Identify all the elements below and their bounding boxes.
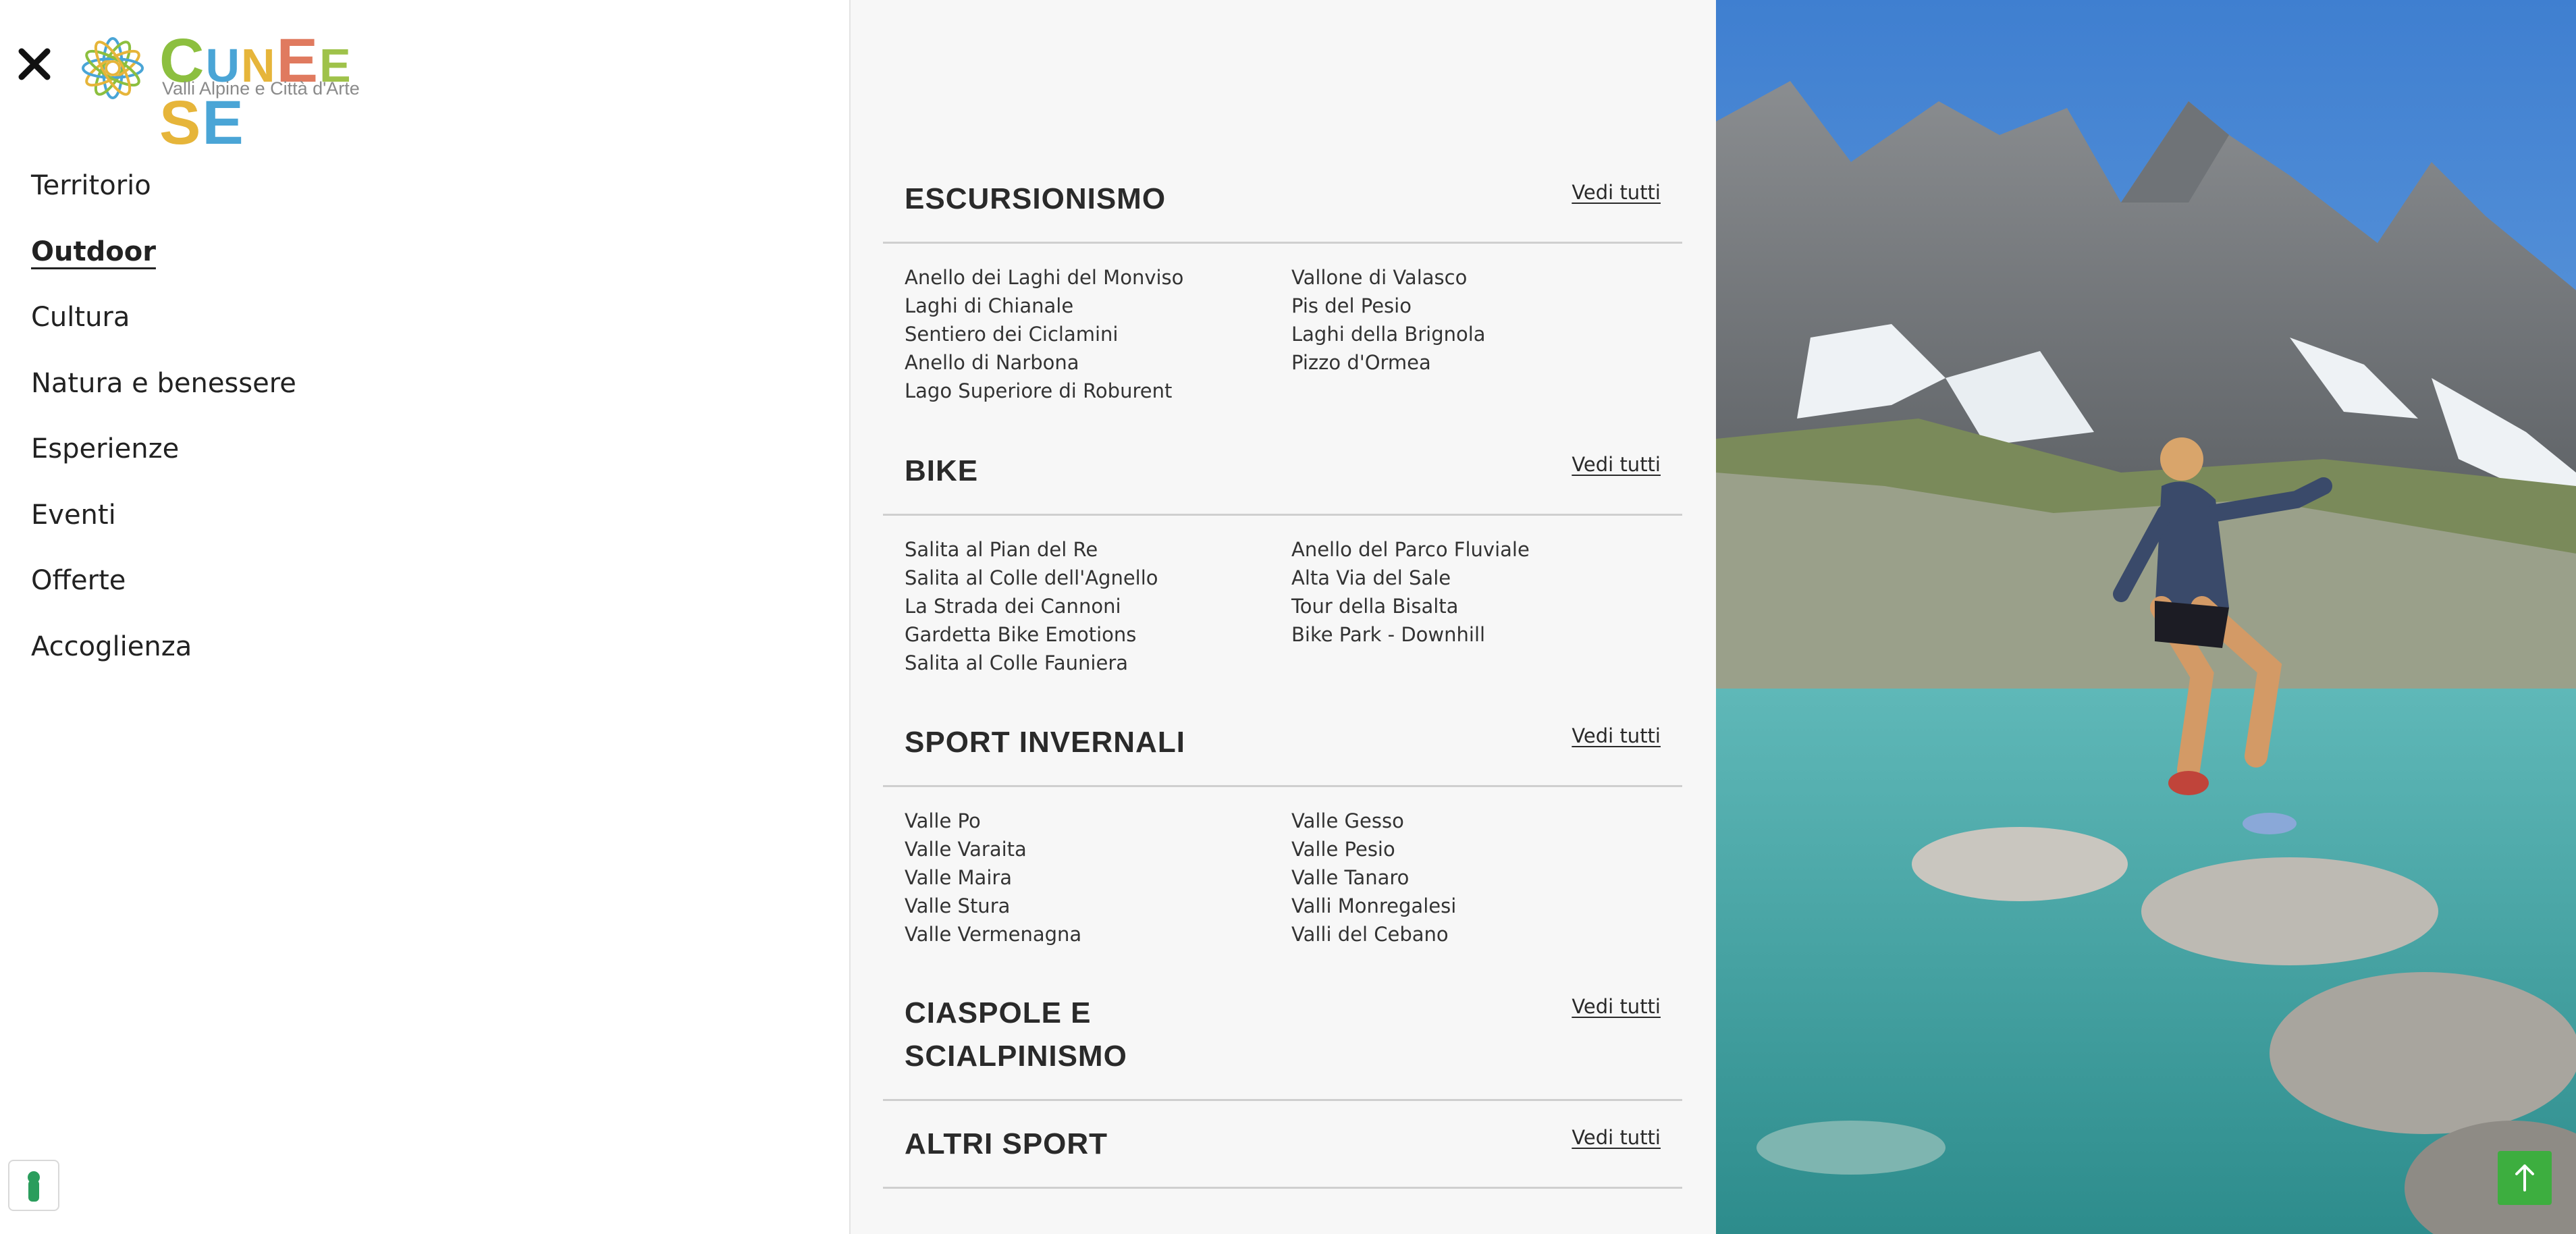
- list-item[interactable]: Laghi di Chianale: [905, 292, 1183, 320]
- list-item[interactable]: Valle Varaita: [905, 835, 1081, 863]
- list-item[interactable]: Valle Pesio: [1291, 835, 1456, 863]
- list-item[interactable]: Valli Monregalesi: [1291, 892, 1456, 920]
- logo-letter: E: [202, 88, 245, 157]
- list-item[interactable]: Valle Gesso: [1291, 807, 1456, 835]
- nav-item-territorio[interactable]: Territorio: [31, 169, 296, 235]
- nav-item-natura-e-benessere[interactable]: Natura e benessere: [31, 367, 296, 433]
- logo-tagline: Valli Alpine e Città d'Arte: [162, 78, 360, 99]
- see-all-link[interactable]: Vedi tutti: [1572, 453, 1661, 476]
- list-item[interactable]: Valle Po: [905, 807, 1081, 835]
- section-header: ALTRI SPORT Vedi tutti: [883, 1119, 1682, 1189]
- links-column-right: Anello del Parco Fluviale Alta Via del S…: [1291, 535, 1530, 649]
- links-column-left: Valle Po Valle Varaita Valle Maira Valle…: [905, 807, 1081, 948]
- cookie-settings-icon: [28, 1171, 40, 1202]
- nav-item-outdoor[interactable]: Outdoor: [31, 235, 296, 301]
- flower-logo-icon: [82, 37, 144, 99]
- list-item[interactable]: Laghi della Brignola: [1291, 320, 1486, 348]
- list-item[interactable]: Anello di Narbona: [905, 348, 1183, 377]
- list-item[interactable]: Valle Tanaro: [1291, 863, 1456, 892]
- nav-item-eventi[interactable]: Eventi: [31, 498, 296, 564]
- section-header: BIKE Vedi tutti: [883, 446, 1682, 516]
- list-item[interactable]: Pis del Pesio: [1291, 292, 1486, 320]
- list-item[interactable]: Sentiero dei Ciclamini: [905, 320, 1183, 348]
- list-item[interactable]: Tour della Bisalta: [1291, 592, 1530, 620]
- hero-photo: [1716, 0, 2576, 1234]
- section-title: ALTRI SPORT: [905, 1127, 1108, 1160]
- section-sport-invernali: SPORT INVERNALI Vedi tutti Valle Po Vall…: [883, 718, 1682, 946]
- main-nav: Territorio Outdoor Cultura Natura e bene…: [31, 169, 296, 695]
- nav-item-esperienze[interactable]: Esperienze: [31, 432, 296, 498]
- section-header: CIASPOLE E SCIALPINISMO Vedi tutti: [883, 990, 1682, 1101]
- section-ciaspole-scialpinismo: CIASPOLE E SCIALPINISMO Vedi tutti: [883, 990, 1682, 1101]
- list-item[interactable]: Valle Maira: [905, 863, 1081, 892]
- section-title: ESCURSIONISMO: [905, 182, 1166, 215]
- links-column-right: Valle Gesso Valle Pesio Valle Tanaro Val…: [1291, 807, 1456, 948]
- section-title: BIKE: [905, 454, 979, 487]
- list-item[interactable]: Alta Via del Sale: [1291, 564, 1530, 592]
- nav-item-accoglienza[interactable]: Accoglienza: [31, 630, 296, 696]
- links-column-left: Anello dei Laghi del Monviso Laghi di Ch…: [905, 263, 1183, 405]
- cookie-settings-button[interactable]: [8, 1160, 59, 1211]
- arrow-up-icon: [2515, 1164, 2534, 1191]
- see-all-link[interactable]: Vedi tutti: [1572, 724, 1661, 747]
- scroll-to-top-button[interactable]: [2498, 1151, 2552, 1205]
- section-title-line2: SCIALPINISMO: [905, 1040, 1127, 1073]
- list-item[interactable]: La Strada dei Cannoni: [905, 592, 1158, 620]
- logo-letter: S: [159, 88, 203, 157]
- section-header: ESCURSIONISMO Vedi tutti: [883, 174, 1682, 244]
- list-item[interactable]: Valli del Cebano: [1291, 920, 1456, 948]
- nav-item-offerte[interactable]: Offerte: [31, 564, 296, 630]
- list-item[interactable]: Bike Park - Downhill: [1291, 620, 1530, 649]
- nav-item-cultura[interactable]: Cultura: [31, 300, 296, 367]
- list-item[interactable]: Anello del Parco Fluviale: [1291, 535, 1530, 564]
- list-item[interactable]: Lago Superiore di Roburent: [905, 377, 1183, 405]
- section-bike: BIKE Vedi tutti Salita al Pian del Re Sa…: [883, 446, 1682, 674]
- mountain-lake-runner-image: [1716, 0, 2576, 1234]
- list-item[interactable]: Gardetta Bike Emotions: [905, 620, 1158, 649]
- list-item[interactable]: Valle Stura: [905, 892, 1081, 920]
- links-column-left: Salita al Pian del Re Salita al Colle de…: [905, 535, 1158, 677]
- section-escursionismo: ESCURSIONISMO Vedi tutti Anello dei Lagh…: [883, 174, 1682, 402]
- list-item[interactable]: Valle Vermenagna: [905, 920, 1081, 948]
- main-menu-panel: CUNEESE Valli Alpine e Città d'Arte Terr…: [0, 0, 849, 1234]
- list-item[interactable]: Vallone di Valasco: [1291, 263, 1486, 292]
- see-all-link[interactable]: Vedi tutti: [1572, 1126, 1661, 1149]
- list-item[interactable]: Salita al Colle dell'Agnello: [905, 564, 1158, 592]
- links-column-right: Vallone di Valasco Pis del Pesio Laghi d…: [1291, 263, 1486, 377]
- section-header: SPORT INVERNALI Vedi tutti: [883, 718, 1682, 787]
- list-item[interactable]: Pizzo d'Ormea: [1291, 348, 1486, 377]
- see-all-link[interactable]: Vedi tutti: [1572, 181, 1661, 204]
- see-all-link[interactable]: Vedi tutti: [1572, 995, 1661, 1018]
- section-title-line1: CIASPOLE E: [905, 996, 1092, 1029]
- list-item[interactable]: Salita al Pian del Re: [905, 535, 1158, 564]
- list-item[interactable]: Salita al Colle Fauniera: [905, 649, 1158, 677]
- section-altri-sport: ALTRI SPORT Vedi tutti: [883, 1119, 1682, 1189]
- site-logo[interactable]: CUNEESE Valli Alpine e Città d'Arte: [70, 26, 360, 154]
- section-title: SPORT INVERNALI: [905, 726, 1185, 759]
- list-item[interactable]: Anello dei Laghi del Monviso: [905, 263, 1183, 292]
- close-icon[interactable]: [16, 46, 53, 82]
